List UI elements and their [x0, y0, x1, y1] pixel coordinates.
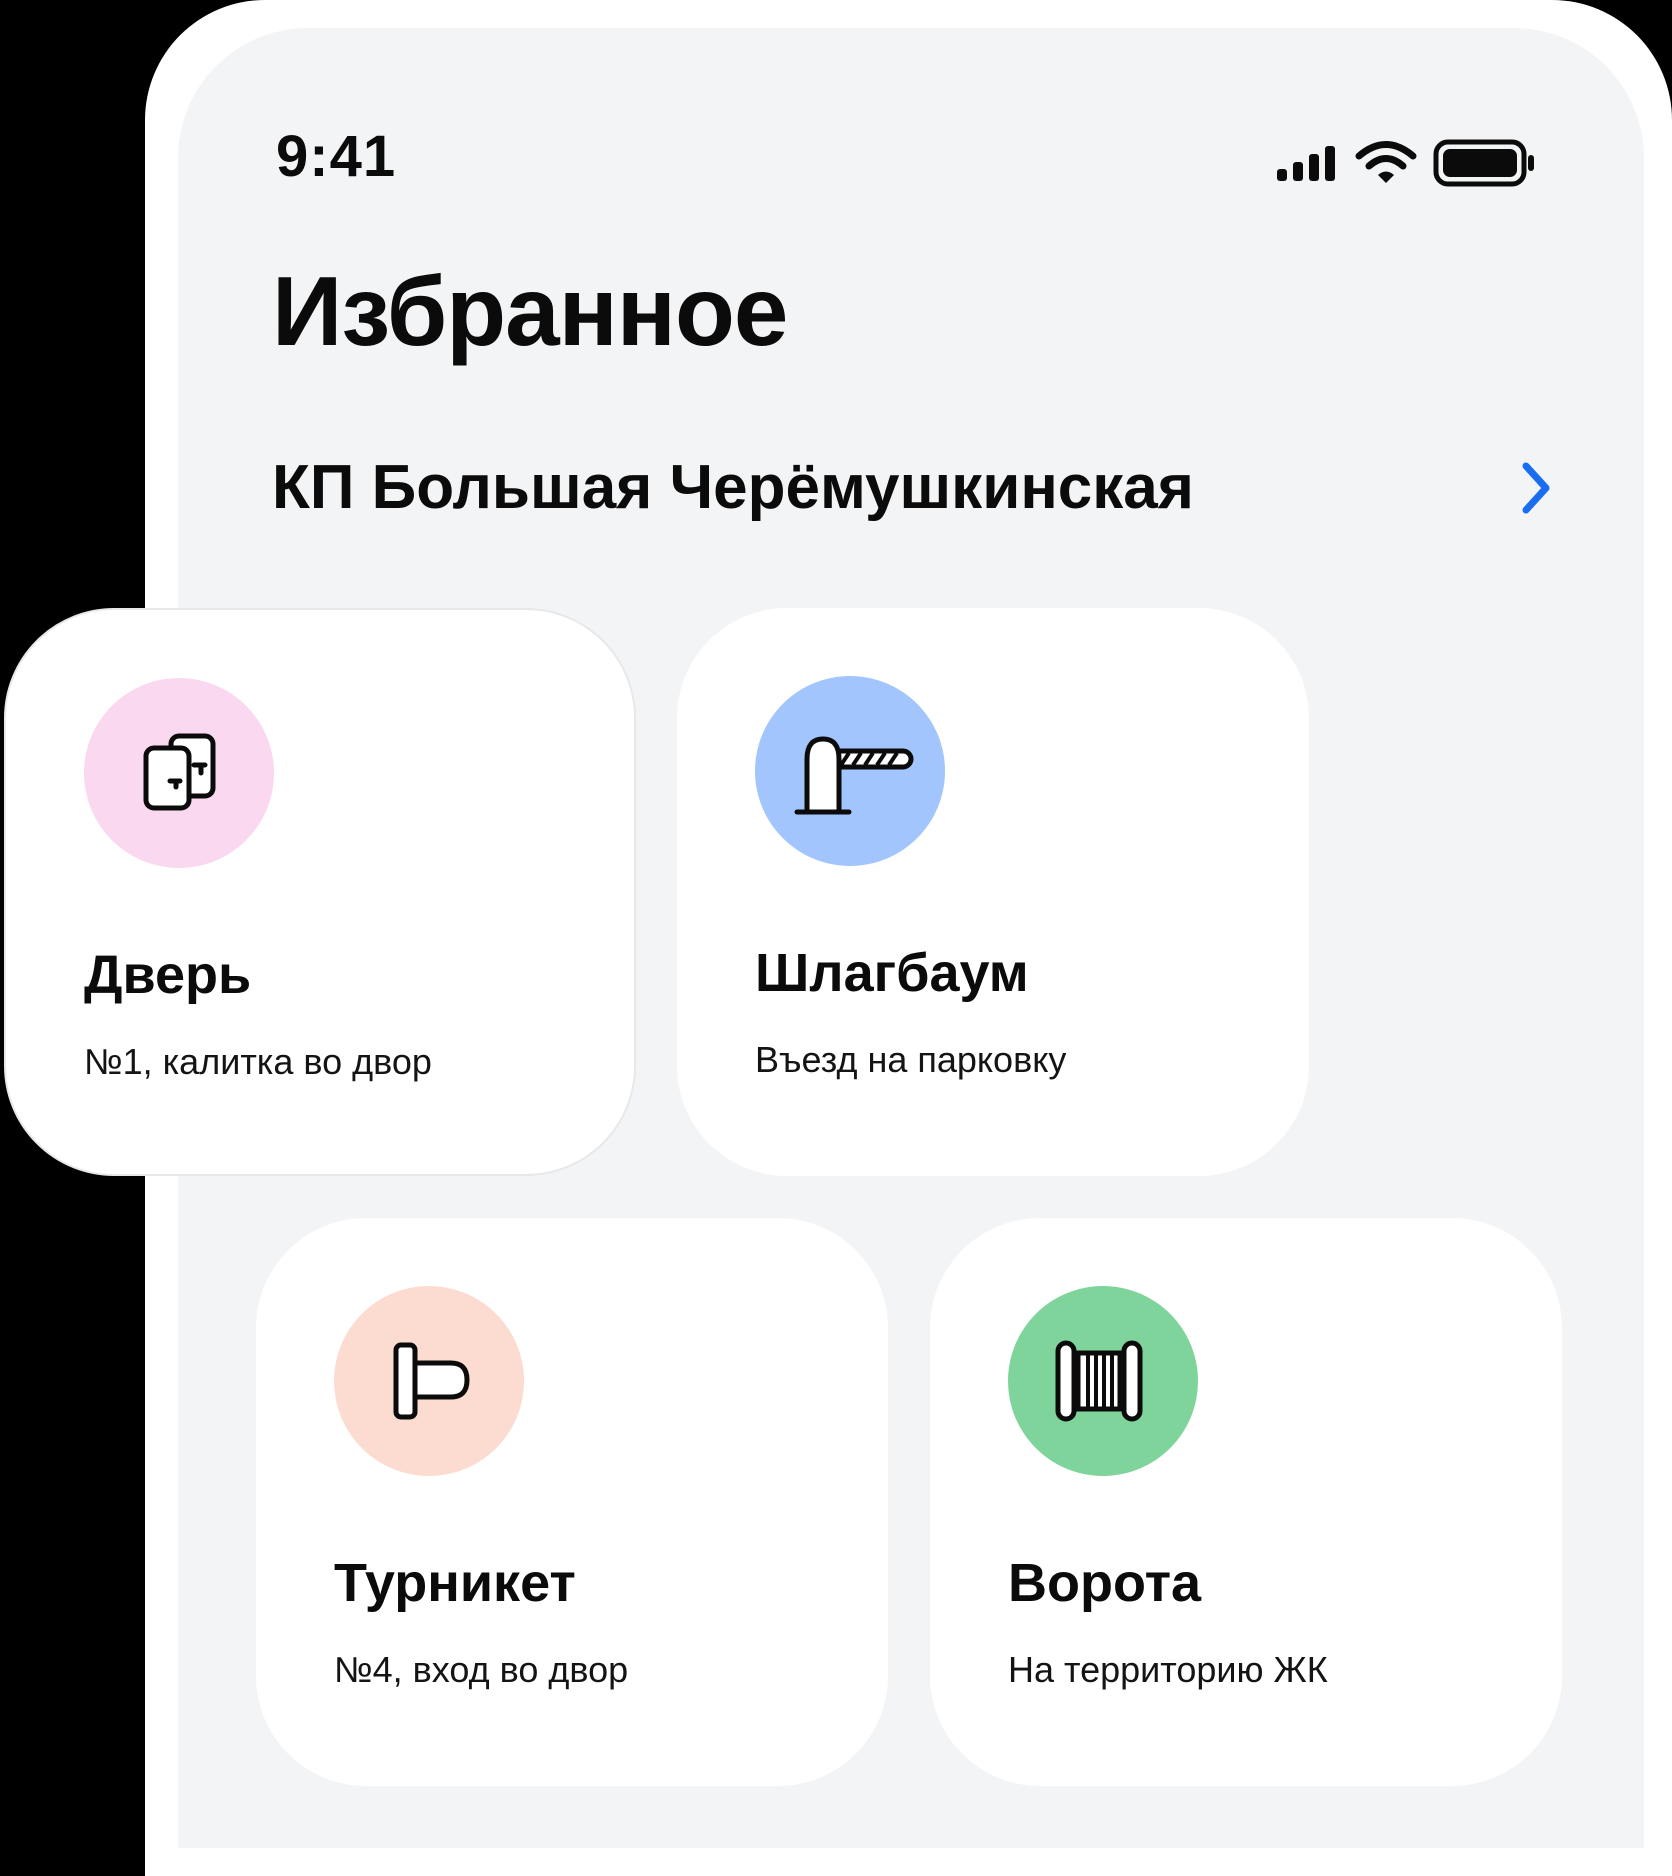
device-card-door[interactable]: Дверь №1, калитка во двор [4, 608, 636, 1176]
device-card-gate[interactable]: Ворота На территорию ЖК [930, 1218, 1562, 1786]
door-icon [143, 733, 216, 811]
device-subtitle: №4, вход во двор [334, 1649, 629, 1690]
battery-icon [1433, 139, 1534, 187]
barrier-icon [794, 736, 914, 815]
location-name: КП Большая Черёмушкинская [272, 453, 1194, 522]
device-subtitle: Въезд на парковку [755, 1039, 1067, 1080]
cellular-signal-icon [1277, 146, 1335, 181]
device-title: Шлагбаум [755, 943, 1029, 1003]
status-icons [1275, 138, 1537, 188]
location-selector[interactable]: КП Большая Черёмушкинская [272, 448, 1550, 528]
gate-icon-badge [1008, 1286, 1198, 1476]
chevron-right-icon[interactable] [1516, 458, 1556, 518]
door-icon-badge [84, 678, 274, 868]
turnstile-icon-badge [334, 1286, 524, 1476]
barrier-icon-badge [755, 676, 945, 866]
turnstile-icon [393, 1342, 470, 1420]
page-title: Избранное [272, 256, 788, 366]
device-title: Турникет [334, 1553, 576, 1613]
gate-icon [1055, 1340, 1143, 1422]
wifi-icon [1355, 141, 1417, 183]
device-card-barrier[interactable]: Шлагбаум Въезд на парковку [677, 608, 1309, 1176]
device-title: Дверь [84, 945, 252, 1005]
device-subtitle: №1, калитка во двор [84, 1041, 432, 1082]
device-title: Ворота [1008, 1553, 1202, 1613]
device-card-turnstile[interactable]: Турникет №4, вход во двор [256, 1218, 888, 1786]
status-time: 9:41 [276, 124, 397, 189]
device-subtitle: На территорию ЖК [1008, 1649, 1328, 1690]
